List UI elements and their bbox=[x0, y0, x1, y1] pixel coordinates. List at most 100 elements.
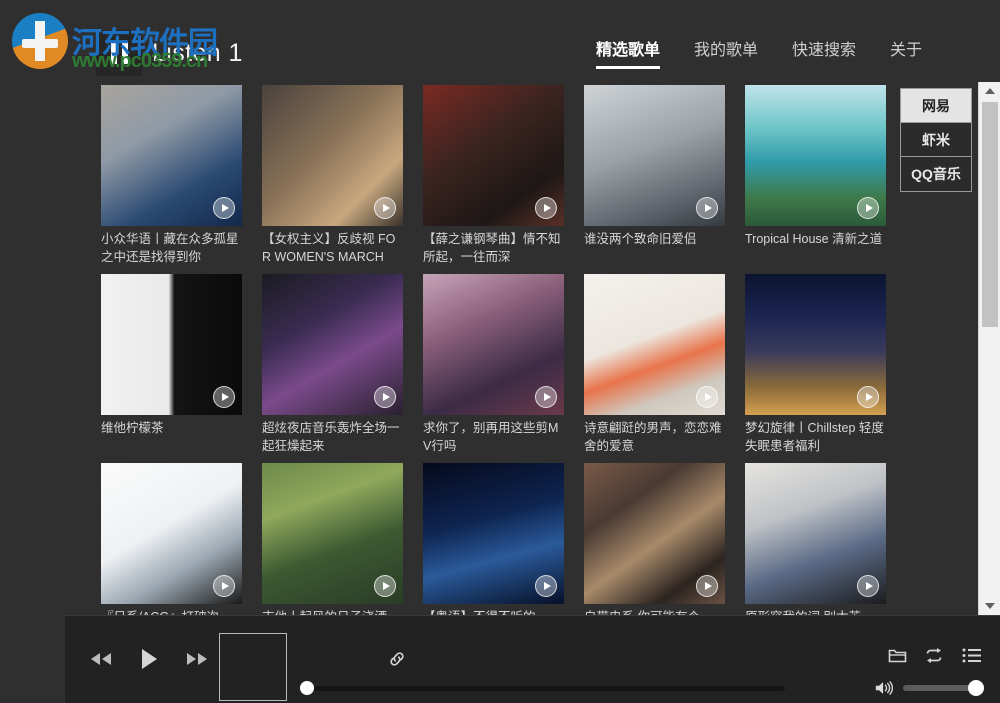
play-icon[interactable] bbox=[696, 197, 718, 219]
playlist-icon[interactable] bbox=[961, 645, 981, 665]
app-title: Listen 1 bbox=[152, 38, 243, 67]
main-nav: 精选歌单 我的歌单 快速搜索 关于 bbox=[595, 36, 922, 69]
app-header: Listen 1 精选歌单 我的歌单 快速搜索 关于 河东软件园 www.pc0… bbox=[0, 0, 1000, 82]
volume-control bbox=[874, 678, 984, 698]
player-bar bbox=[65, 615, 1000, 703]
play-icon[interactable] bbox=[857, 575, 879, 597]
play-icon[interactable] bbox=[535, 386, 557, 408]
source-button-qqmusic[interactable]: QQ音乐 bbox=[901, 157, 971, 191]
listen1-window: Listen 1 精选歌单 我的歌单 快速搜索 关于 河东软件园 www.pc0… bbox=[0, 0, 1000, 703]
playlist-card[interactable]: 【女权主义】反歧视 FOR WOMEN'S MARCH bbox=[262, 85, 403, 270]
playlist-title: 梦幻旋律丨Chillstep 轻度失眠患者福利 bbox=[745, 421, 884, 453]
playlist-cover[interactable] bbox=[584, 463, 725, 604]
playlist-card[interactable]: 吉他丨起风的日子浇洒 bbox=[262, 463, 403, 615]
play-icon[interactable] bbox=[696, 575, 718, 597]
playlist-card[interactable]: 『日系/ACG』打破次 bbox=[101, 463, 242, 615]
playlist-card[interactable]: 维他柠檬茶 bbox=[101, 274, 242, 459]
play-icon[interactable] bbox=[136, 647, 162, 671]
playlist-card[interactable]: Tropical House 清新之道 bbox=[745, 85, 886, 270]
playback-progress-track[interactable] bbox=[314, 685, 785, 691]
scroll-up-arrow-icon[interactable] bbox=[979, 82, 1000, 100]
nav-item-featured-playlists[interactable]: 精选歌单 bbox=[595, 36, 660, 69]
playlist-title: 小众华语丨藏在众多孤星之中还是找得到你 bbox=[101, 232, 239, 264]
link-icon[interactable] bbox=[387, 649, 407, 669]
play-icon[interactable] bbox=[374, 575, 396, 597]
play-icon[interactable] bbox=[535, 197, 557, 219]
playlist-cover[interactable] bbox=[745, 85, 886, 226]
playlist-card[interactable]: 求你了，别再用这些剪MV行吗 bbox=[423, 274, 564, 459]
playlist-card[interactable]: 【粤语】不得不听的一 bbox=[423, 463, 564, 615]
watermark-logo-icon bbox=[12, 13, 68, 69]
player-left-gutter bbox=[0, 615, 65, 703]
content-scrollbar[interactable] bbox=[978, 82, 1000, 615]
play-icon[interactable] bbox=[374, 197, 396, 219]
playlist-title: 超炫夜店音乐轰炸全场一起狂燥起来 bbox=[262, 421, 400, 453]
playlist-title: 求你了，别再用这些剪MV行吗 bbox=[423, 421, 559, 453]
playlist-card[interactable]: 谁没两个致命旧爱侣 bbox=[584, 85, 725, 270]
playlist-title: 谁没两个致命旧爱侣 bbox=[584, 232, 697, 246]
playlist-cover[interactable] bbox=[262, 463, 403, 604]
scroll-down-arrow-icon[interactable] bbox=[979, 597, 1000, 615]
playlist-title: 自带电系 你可能有个 bbox=[584, 608, 725, 615]
play-icon[interactable] bbox=[213, 197, 235, 219]
playlist-title: 吉他丨起风的日子浇洒 bbox=[262, 608, 403, 615]
playlist-title: 诗意翩跹的男声，恋恋难舍的爱意 bbox=[584, 421, 722, 453]
nav-item-quick-search[interactable]: 快速搜索 bbox=[792, 36, 856, 69]
pause-bars-logo-icon bbox=[96, 30, 142, 76]
playlist-card[interactable]: 超炫夜店音乐轰炸全场一起狂燥起来 bbox=[262, 274, 403, 459]
playlist-grid: 小众华语丨藏在众多孤星之中还是找得到你 【女权主义】反歧视 FOR WOMEN'S… bbox=[0, 82, 978, 615]
source-button-xiami[interactable]: 虾米 bbox=[901, 123, 971, 157]
playlist-card[interactable]: 诗意翩跹的男声，恋恋难舍的爱意 bbox=[584, 274, 725, 459]
playlist-cover[interactable] bbox=[262, 85, 403, 226]
nav-item-my-playlists[interactable]: 我的歌单 bbox=[694, 36, 758, 69]
playback-progress-knob[interactable] bbox=[300, 681, 314, 695]
volume-icon[interactable] bbox=[874, 678, 894, 698]
playlist-title: 【粤语】不得不听的一 bbox=[423, 608, 564, 615]
play-icon[interactable] bbox=[535, 575, 557, 597]
play-icon[interactable] bbox=[374, 386, 396, 408]
folder-icon[interactable] bbox=[887, 645, 907, 665]
playlist-grid-viewport: 小众华语丨藏在众多孤星之中还是找得到你 【女权主义】反歧视 FOR WOMEN'S… bbox=[0, 82, 978, 615]
playlist-title: 【薛之谦钢琴曲】情不知所起，一往而深 bbox=[423, 232, 561, 264]
now-playing-album-art bbox=[219, 633, 287, 701]
playlist-cover[interactable] bbox=[423, 274, 564, 415]
playlist-title: 原形容我的词 别太苦 bbox=[745, 608, 886, 615]
play-icon[interactable] bbox=[213, 386, 235, 408]
transport-controls bbox=[88, 647, 210, 671]
playlist-cover[interactable] bbox=[101, 85, 242, 226]
play-icon[interactable] bbox=[857, 197, 879, 219]
playlist-cover[interactable] bbox=[745, 274, 886, 415]
playlist-cover[interactable] bbox=[101, 274, 242, 415]
playlist-title: 维他柠檬茶 bbox=[101, 421, 164, 435]
playlist-cover[interactable] bbox=[262, 274, 403, 415]
scrollbar-thumb[interactable] bbox=[982, 102, 998, 327]
nav-item-about[interactable]: 关于 bbox=[890, 36, 922, 69]
volume-slider[interactable] bbox=[903, 680, 984, 696]
playlist-card[interactable]: 原形容我的词 别太苦 bbox=[745, 463, 886, 615]
playlist-card[interactable]: 梦幻旋律丨Chillstep 轻度失眠患者福利 bbox=[745, 274, 886, 459]
play-icon[interactable] bbox=[213, 575, 235, 597]
playlist-cover[interactable] bbox=[423, 463, 564, 604]
playlist-card[interactable]: 小众华语丨藏在众多孤星之中还是找得到你 bbox=[101, 85, 242, 270]
playlist-cover[interactable] bbox=[584, 274, 725, 415]
playlist-title: Tropical House 清新之道 bbox=[745, 232, 883, 246]
playlist-title: 【女权主义】反歧视 FOR WOMEN'S MARCH bbox=[262, 232, 396, 264]
playlist-cover[interactable] bbox=[423, 85, 564, 226]
play-icon[interactable] bbox=[696, 386, 718, 408]
player-tools bbox=[887, 645, 981, 665]
playlist-cover[interactable] bbox=[584, 85, 725, 226]
app-brand: Listen 1 bbox=[96, 30, 243, 76]
playlist-cover[interactable] bbox=[745, 463, 886, 604]
source-button-netease[interactable]: 网易 bbox=[901, 89, 971, 123]
playlist-card[interactable]: 自带电系 你可能有个 bbox=[584, 463, 725, 615]
repeat-icon[interactable] bbox=[924, 645, 944, 665]
playlist-card[interactable]: 【薛之谦钢琴曲】情不知所起，一往而深 bbox=[423, 85, 564, 270]
playlist-cover[interactable] bbox=[101, 463, 242, 604]
music-source-switcher: 网易 虾米 QQ音乐 bbox=[900, 88, 972, 192]
previous-track-icon[interactable] bbox=[88, 647, 114, 671]
play-icon[interactable] bbox=[857, 386, 879, 408]
volume-slider-knob[interactable] bbox=[968, 680, 984, 696]
next-track-icon[interactable] bbox=[184, 647, 210, 671]
playback-progress-slider[interactable] bbox=[300, 681, 785, 695]
playlist-title: 『日系/ACG』打破次 bbox=[101, 608, 242, 615]
